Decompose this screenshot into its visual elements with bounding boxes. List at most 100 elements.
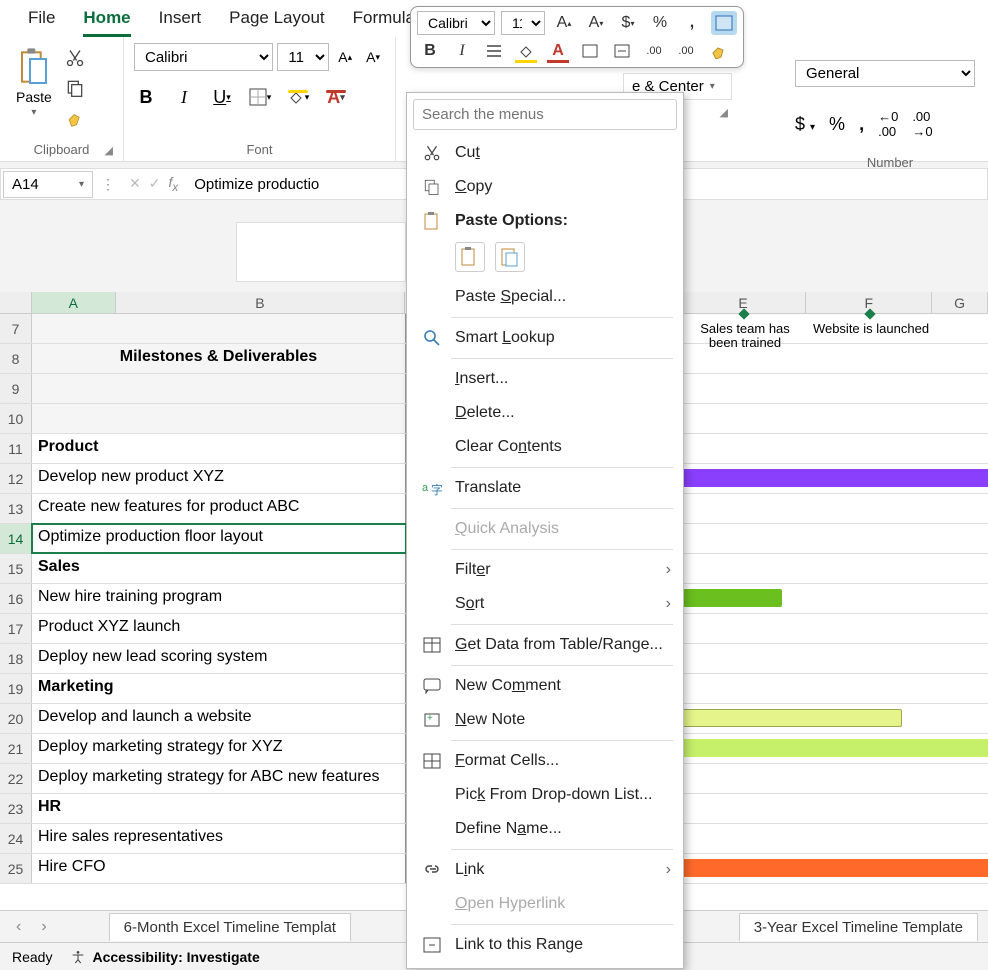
font-name-select[interactable]: Calibri xyxy=(134,43,273,71)
mini-percent-icon[interactable]: % xyxy=(647,11,673,35)
comma-button[interactable]: , xyxy=(859,114,864,135)
cell-ab[interactable]: Product xyxy=(32,434,406,463)
ctx-get-data[interactable]: Get Data from Table/Range... xyxy=(407,628,683,662)
number-format-select[interactable]: General xyxy=(795,60,975,87)
borders-button[interactable]: ▾ xyxy=(248,85,272,109)
sheet-nav-next-icon[interactable]: › xyxy=(35,918,52,936)
gantt-bar[interactable] xyxy=(682,709,902,727)
mini-painter-icon[interactable] xyxy=(705,39,731,63)
cell-ab[interactable]: Deploy new lead scoring system xyxy=(32,644,406,673)
name-box[interactable]: A14▾ xyxy=(3,171,93,198)
mini-fill-color-icon[interactable] xyxy=(513,39,539,63)
cell-ab[interactable]: Optimize production floor layout xyxy=(32,524,406,553)
paste-option-keep-source[interactable] xyxy=(495,242,525,272)
ctx-format-cells[interactable]: Format Cells... xyxy=(407,744,683,778)
cell-ab[interactable]: Deploy marketing strategy for ABC new fe… xyxy=(32,764,406,793)
tab-home[interactable]: Home xyxy=(83,8,130,37)
cell-ab[interactable]: Sales xyxy=(32,554,406,583)
mini-font-name[interactable]: Calibri xyxy=(417,11,495,35)
currency-button[interactable]: $ ▾ xyxy=(795,114,815,135)
increase-font-icon[interactable]: A▴ xyxy=(333,45,357,69)
cell-ab[interactable]: Create new features for product ABC xyxy=(32,494,406,523)
bold-button[interactable]: B xyxy=(134,85,158,109)
sheet-nav-prev-icon[interactable]: ‹ xyxy=(10,918,27,936)
row-header[interactable]: 14 xyxy=(0,524,32,553)
row-header[interactable]: 25 xyxy=(0,854,32,883)
cell-ab[interactable]: Deploy marketing strategy for XYZ xyxy=(32,734,406,763)
row-header[interactable]: 15 xyxy=(0,554,32,583)
mini-format-icon[interactable] xyxy=(711,11,737,35)
ctx-clear-contents[interactable]: Clear Contents xyxy=(407,430,683,464)
mini-bold-icon[interactable]: B xyxy=(417,39,443,63)
ctx-new-comment[interactable]: New Comment xyxy=(407,669,683,703)
decrease-font-icon[interactable]: A▾ xyxy=(361,45,385,69)
mini-italic-icon[interactable]: I xyxy=(449,39,475,63)
mini-decrease-font-icon[interactable]: A▾ xyxy=(583,11,609,35)
row-header[interactable]: 7 xyxy=(0,314,32,343)
mini-font-color-icon[interactable]: A xyxy=(545,39,571,63)
percent-button[interactable]: % xyxy=(829,114,845,135)
row-header[interactable]: 22 xyxy=(0,764,32,793)
row-header[interactable]: 19 xyxy=(0,674,32,703)
row-header[interactable]: 12 xyxy=(0,464,32,493)
cell-ab[interactable] xyxy=(32,404,406,433)
font-color-button[interactable]: A▾ xyxy=(324,85,348,109)
fx-icon[interactable]: fx xyxy=(168,174,178,194)
cell-ab[interactable]: New hire training program xyxy=(32,584,406,613)
ctx-link[interactable]: Link› xyxy=(407,853,683,887)
copy-icon[interactable] xyxy=(64,77,86,99)
row-header[interactable]: 24 xyxy=(0,824,32,853)
increase-decimal-button[interactable]: ←0.00 xyxy=(878,109,898,139)
gantt-bar[interactable] xyxy=(682,589,782,607)
row-header[interactable]: 11 xyxy=(0,434,32,463)
mini-decimal1-icon[interactable]: .00 xyxy=(641,39,667,63)
ctx-sort[interactable]: Sort› xyxy=(407,587,683,621)
row-header[interactable]: 17 xyxy=(0,614,32,643)
fill-color-button[interactable]: ▾ xyxy=(286,85,310,109)
col-header-b[interactable]: B xyxy=(116,292,405,313)
row-header[interactable]: 13 xyxy=(0,494,32,523)
ctx-filter[interactable]: Filter› xyxy=(407,553,683,587)
mini-borders-icon[interactable] xyxy=(577,39,603,63)
col-header-a[interactable]: A xyxy=(32,292,116,313)
gantt-bar[interactable] xyxy=(682,469,988,487)
cell-ab[interactable]: Milestones & Deliverables xyxy=(32,344,406,373)
cell-ab[interactable] xyxy=(32,374,406,403)
row-header[interactable]: 18 xyxy=(0,644,32,673)
ctx-insert[interactable]: Insert... xyxy=(407,362,683,396)
tab-page-layout[interactable]: Page Layout xyxy=(229,8,324,37)
col-header-g[interactable]: G xyxy=(932,292,988,313)
tab-insert[interactable]: Insert xyxy=(159,8,202,37)
ctx-copy[interactable]: Copy xyxy=(407,170,683,204)
ctx-define-name[interactable]: Define Name... xyxy=(407,812,683,846)
clipboard-launcher-icon[interactable]: ◢ xyxy=(105,144,113,157)
mini-font-size[interactable]: 11 xyxy=(501,11,545,35)
ctx-translate[interactable]: a字Translate xyxy=(407,471,683,505)
cell-ab[interactable]: Hire CFO xyxy=(32,854,406,883)
ctx-pick-list[interactable]: Pick From Drop-down List... xyxy=(407,778,683,812)
paste-option-default[interactable] xyxy=(455,242,485,272)
cell-ab[interactable]: HR xyxy=(32,794,406,823)
sheet-tab-3year[interactable]: 3-Year Excel Timeline Template xyxy=(739,913,978,941)
namebox-expand-icon[interactable]: ⋮ xyxy=(95,176,121,193)
cell-ab[interactable] xyxy=(32,314,406,343)
context-search-input[interactable] xyxy=(413,99,677,130)
ctx-smart-lookup[interactable]: Smart Lookup xyxy=(407,321,683,355)
cancel-formula-icon[interactable]: ✕ xyxy=(129,175,141,192)
paste-button[interactable]: Paste ▾ xyxy=(10,43,58,122)
row-header[interactable]: 20 xyxy=(0,704,32,733)
format-painter-icon[interactable] xyxy=(64,107,86,129)
ctx-new-note[interactable]: +New Note xyxy=(407,703,683,737)
mini-increase-font-icon[interactable]: A▴ xyxy=(551,11,577,35)
row-header[interactable]: 23 xyxy=(0,794,32,823)
cell-ab[interactable]: Product XYZ launch xyxy=(32,614,406,643)
ctx-cut[interactable]: Cut xyxy=(407,136,683,170)
tab-file[interactable]: File xyxy=(28,8,55,37)
mini-merge-icon[interactable] xyxy=(609,39,635,63)
row-header[interactable]: 16 xyxy=(0,584,32,613)
cell-ab[interactable]: Marketing xyxy=(32,674,406,703)
cell-ab[interactable]: Hire sales representatives xyxy=(32,824,406,853)
italic-button[interactable]: I xyxy=(172,85,196,109)
enter-formula-icon[interactable]: ✓ xyxy=(149,175,161,192)
row-header[interactable]: 10 xyxy=(0,404,32,433)
